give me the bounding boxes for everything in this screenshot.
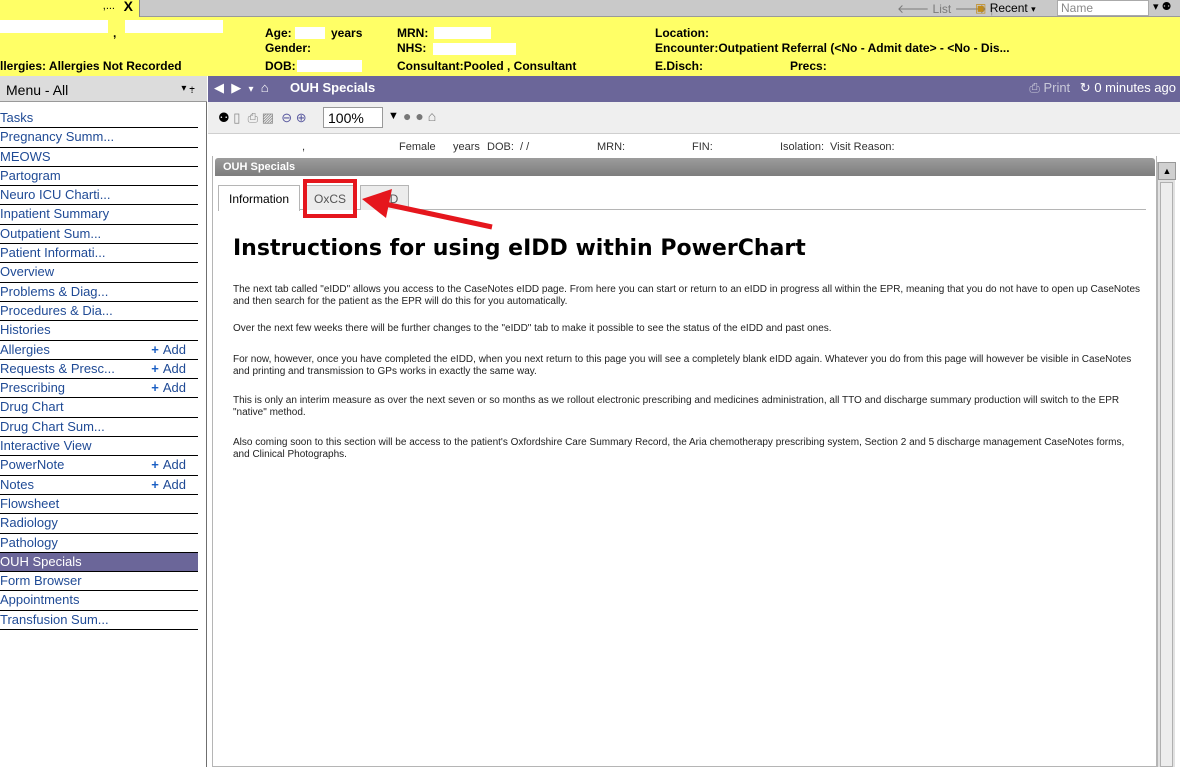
arrow-head — [362, 189, 392, 218]
annotation-arrow — [362, 189, 493, 230]
arrow-shaft — [384, 201, 493, 230]
